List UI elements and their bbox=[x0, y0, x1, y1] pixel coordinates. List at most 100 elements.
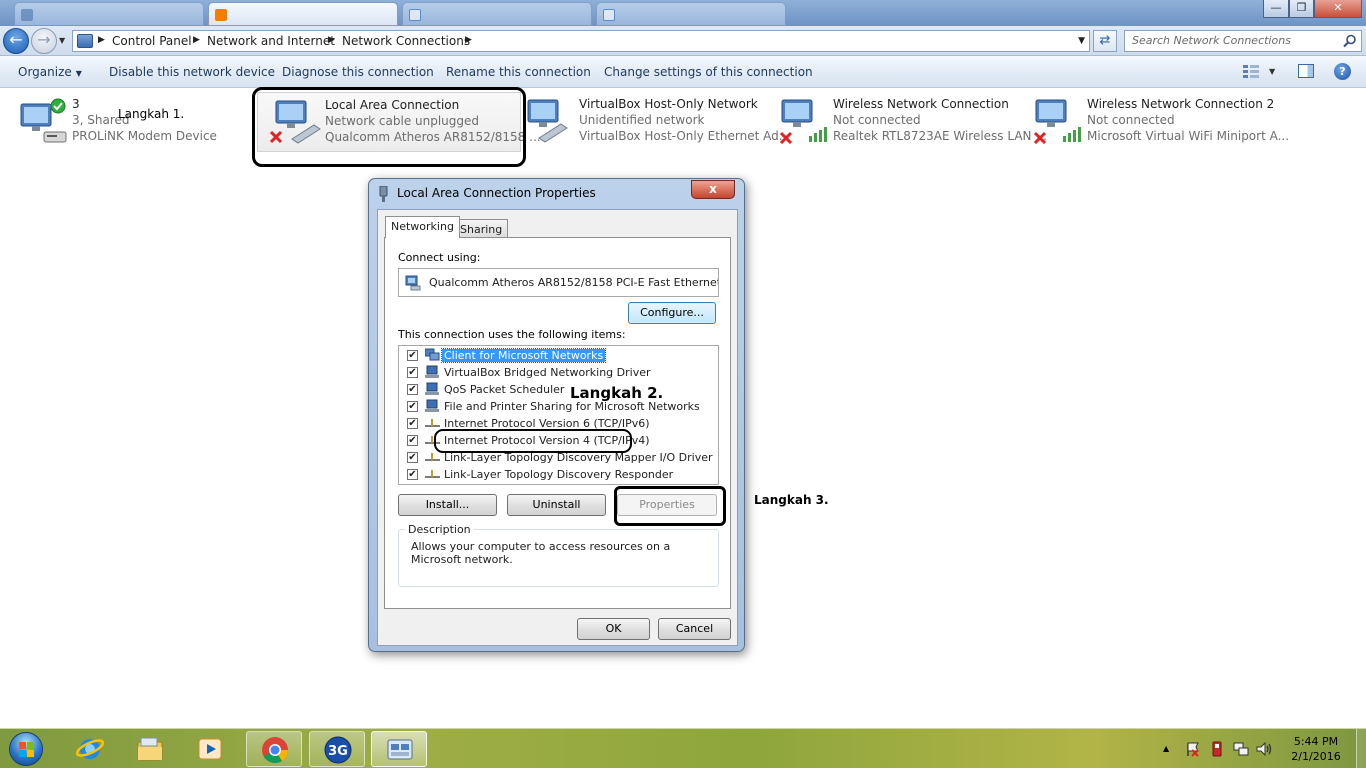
taskbar-windows-explorer[interactable] bbox=[122, 731, 178, 767]
network-tray-icon[interactable] bbox=[1233, 741, 1249, 757]
modem-connected-icon bbox=[20, 98, 67, 143]
window-close-button[interactable]: ✕ bbox=[1314, 0, 1362, 18]
action-center-flag-icon[interactable] bbox=[1185, 741, 1201, 757]
breadcrumb-network-connections[interactable]: Network Connections bbox=[342, 34, 470, 48]
breadcrumb-chevron-icon[interactable]: ▶ bbox=[193, 35, 200, 45]
address-bar[interactable]: ▶ Control Panel ▶ Network and Internet ▶… bbox=[72, 30, 1090, 52]
item-checkbox[interactable]: ✔ bbox=[407, 435, 418, 446]
recent-pages-dropdown-icon[interactable]: ▼ bbox=[59, 36, 65, 45]
google-icon bbox=[603, 9, 615, 21]
clock-date: 2/1/2016 bbox=[1291, 750, 1341, 763]
modem-tray-icon[interactable] bbox=[1209, 741, 1225, 757]
connection-name: VirtualBox Host-Only Network bbox=[579, 97, 758, 111]
rename-button[interactable]: Rename this connection bbox=[446, 65, 591, 79]
protocol-icon bbox=[425, 419, 440, 427]
cancel-button[interactable]: Cancel bbox=[658, 618, 731, 640]
configure-button[interactable]: Configure... bbox=[628, 302, 716, 324]
tab-networking[interactable]: Networking bbox=[385, 216, 460, 238]
connection-name: Wireless Network Connection 2 bbox=[1087, 97, 1275, 111]
dialog-close-button[interactable]: x bbox=[691, 180, 735, 199]
start-button[interactable] bbox=[3, 729, 47, 768]
background-tab[interactable] bbox=[14, 2, 204, 26]
items-label: This connection uses the following items… bbox=[398, 328, 626, 341]
taskbar: 3G ▲ 5:44 PM 2/1/2016 bbox=[0, 728, 1366, 768]
networking-tab-panel: Connect using: Qualcomm Atheros AR8152/8… bbox=[384, 237, 731, 609]
connection-item-virtualbox[interactable]: VirtualBox Host-Only Network Unidentifie… bbox=[525, 94, 790, 154]
item-checkbox[interactable]: ✔ bbox=[407, 418, 418, 429]
list-item[interactable]: ✔ VirtualBox Bridged Networking Driver bbox=[399, 364, 699, 381]
breadcrumb-control-panel[interactable]: Control Panel bbox=[112, 34, 192, 48]
item-checkbox[interactable]: ✔ bbox=[407, 384, 418, 395]
taskbar-3g-modem[interactable]: 3G bbox=[309, 731, 365, 767]
background-tab[interactable] bbox=[402, 2, 592, 26]
adapter-field: Qualcomm Atheros AR8152/8158 PCI-E Fast … bbox=[398, 268, 719, 297]
disable-device-button[interactable]: Disable this network device bbox=[109, 65, 275, 79]
refresh-icon[interactable]: ⇄ bbox=[1093, 30, 1117, 52]
description-text: Allows your computer to access resources… bbox=[411, 540, 671, 566]
connection-item-3[interactable]: 3 3, Shared PROLiNK Modem Device bbox=[18, 94, 248, 154]
items-list[interactable]: ✔ Client for Microsoft Networks ✔ Virtua… bbox=[398, 345, 719, 485]
item-checkbox[interactable]: ✔ bbox=[407, 452, 418, 463]
item-label: Link-Layer Topology Discovery Responder bbox=[444, 468, 674, 481]
taskbar-network-connections[interactable] bbox=[371, 731, 427, 767]
background-tab[interactable] bbox=[596, 2, 786, 26]
breadcrumb-network-and-internet[interactable]: Network and Internet bbox=[207, 34, 335, 48]
item-checkbox[interactable]: ✔ bbox=[407, 401, 418, 412]
change-settings-button[interactable]: Change settings of this connection bbox=[604, 65, 813, 79]
connection-name: Wireless Network Connection bbox=[833, 97, 1009, 111]
address-history-dropdown-icon[interactable]: ▼ bbox=[1078, 36, 1085, 46]
connection-device: Microsoft Virtual WiFi Miniport A... bbox=[1087, 129, 1290, 143]
protocol-icon bbox=[425, 470, 440, 478]
show-hidden-icons-icon[interactable]: ▲ bbox=[1163, 744, 1169, 753]
search-icon[interactable] bbox=[1343, 34, 1357, 48]
breadcrumb-chevron-icon[interactable]: ▶ bbox=[465, 35, 472, 45]
item-label: QoS Packet Scheduler bbox=[444, 383, 565, 396]
dialog-title: Local Area Connection Properties bbox=[397, 186, 596, 200]
3g-modem-icon: 3G bbox=[324, 736, 352, 764]
help-icon[interactable]: ? bbox=[1334, 63, 1351, 80]
forward-button[interactable]: → bbox=[31, 28, 57, 54]
control-panel-icon bbox=[77, 34, 93, 48]
install-button[interactable]: Install... bbox=[398, 494, 497, 516]
taskbar-internet-explorer[interactable] bbox=[62, 731, 118, 767]
breadcrumb-chevron-icon[interactable]: ▶ bbox=[328, 35, 335, 45]
3g-label: 3G bbox=[328, 744, 348, 759]
maximize-button[interactable]: ❐ bbox=[1289, 0, 1314, 18]
list-item[interactable]: ✔ Link-Layer Topology Discovery Responde… bbox=[399, 466, 699, 483]
item-label: Client for Microsoft Networks bbox=[440, 348, 607, 363]
tab-favicon-icon bbox=[21, 9, 33, 21]
annotation-step-2: Langkah 2. bbox=[570, 384, 664, 402]
ok-button[interactable]: OK bbox=[577, 618, 650, 640]
internet-explorer-icon bbox=[75, 739, 105, 759]
change-view-icon[interactable] bbox=[1243, 65, 1259, 79]
view-options-dropdown-icon[interactable]: ▼ bbox=[1269, 67, 1275, 76]
connection-item-wireless-2[interactable]: Wireless Network Connection 2 Not connec… bbox=[1033, 94, 1289, 154]
description-legend: Description bbox=[405, 523, 474, 536]
minimize-button[interactable]: — bbox=[1263, 0, 1289, 18]
back-button[interactable]: ← bbox=[3, 28, 29, 54]
connection-item-wireless[interactable]: Wireless Network Connection Not connecte… bbox=[779, 94, 1047, 154]
volume-icon[interactable] bbox=[1256, 741, 1272, 757]
item-checkbox[interactable]: ✔ bbox=[407, 350, 418, 361]
command-bar: Organize ▼ Disable this network device Di… bbox=[0, 56, 1366, 88]
preview-pane-icon[interactable] bbox=[1298, 64, 1314, 78]
show-desktop-button[interactable] bbox=[1356, 729, 1366, 768]
diagnose-button[interactable]: Diagnose this connection bbox=[282, 65, 434, 79]
clock[interactable]: 5:44 PM 2/1/2016 bbox=[1282, 734, 1350, 764]
breadcrumb-chevron-icon[interactable]: ▶ bbox=[98, 35, 105, 45]
taskbar-media-player[interactable] bbox=[182, 731, 238, 767]
media-player-icon bbox=[198, 738, 222, 760]
uninstall-button[interactable]: Uninstall bbox=[507, 494, 606, 516]
wifi-disconnected-icon bbox=[1033, 99, 1081, 144]
list-item[interactable]: ✔ Client for Microsoft Networks bbox=[399, 347, 699, 364]
organize-menu[interactable]: Organize ▼ bbox=[18, 65, 82, 79]
item-checkbox[interactable]: ✔ bbox=[407, 367, 418, 378]
item-checkbox[interactable]: ✔ bbox=[407, 469, 418, 480]
tab-sharing[interactable]: Sharing bbox=[454, 219, 509, 238]
background-tab[interactable] bbox=[208, 2, 398, 26]
taskbar-chrome[interactable] bbox=[246, 731, 302, 767]
connection-status: Not connected bbox=[833, 113, 921, 127]
properties-dialog: Local Area Connection Properties x Netwo… bbox=[368, 178, 745, 652]
search-input[interactable]: Search Network Connections bbox=[1124, 30, 1362, 52]
description-group: Description Allows your computer to acce… bbox=[398, 523, 719, 587]
